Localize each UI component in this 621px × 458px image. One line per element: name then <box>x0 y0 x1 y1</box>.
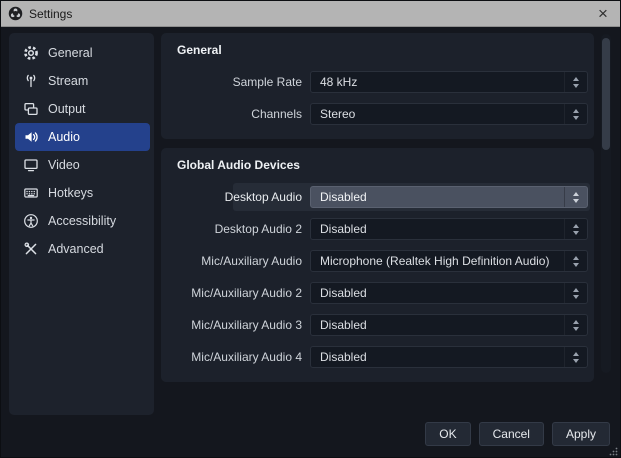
hotkeys-icon <box>23 185 39 201</box>
audio-icon <box>23 129 39 145</box>
spinner-buttons[interactable] <box>564 72 587 92</box>
spinner-buttons[interactable] <box>564 104 587 124</box>
desktop-audio-select[interactable]: Disabled <box>310 186 588 208</box>
cancel-button[interactable]: Cancel <box>478 422 544 446</box>
mic-aux-audio-3-value: Disabled <box>320 318 367 332</box>
gear-icon <box>23 45 39 61</box>
section-global-audio-devices: Global Audio Devices Desktop Audio Disab… <box>161 148 594 382</box>
sidebar-item-label: Advanced <box>48 242 104 256</box>
mic-aux-audio-4-label: Mic/Auxiliary Audio 4 <box>191 350 302 364</box>
row-channels: Channels Stereo <box>177 103 588 125</box>
channels-label: Channels <box>251 107 302 121</box>
chevron-down-icon <box>573 294 579 299</box>
mic-aux-audio-4-select[interactable]: Disabled <box>310 346 588 368</box>
spinner-buttons[interactable] <box>564 315 587 335</box>
section-title: Global Audio Devices <box>177 158 300 172</box>
chevron-down-icon <box>573 262 579 267</box>
settings-content: General Sample Rate 48 kHz Channels Ster… <box>161 33 594 391</box>
sidebar-item-label: Video <box>48 158 80 172</box>
mic-aux-audio-label: Mic/Auxiliary Audio <box>201 254 302 268</box>
row-mic-aux-audio-4: Mic/Auxiliary Audio 4 Disabled <box>177 346 588 368</box>
row-mic-aux-audio-2: Mic/Auxiliary Audio 2 Disabled <box>177 282 588 304</box>
mic-aux-audio-value: Microphone (Realtek High Definition Audi… <box>320 254 550 268</box>
obs-logo-icon <box>8 6 23 21</box>
row-mic-aux-audio-3: Mic/Auxiliary Audio 3 Disabled <box>177 314 588 336</box>
scrollbar-thumb[interactable] <box>602 38 610 150</box>
desktop-audio-2-label: Desktop Audio 2 <box>214 222 302 236</box>
mic-aux-audio-2-select[interactable]: Disabled <box>310 282 588 304</box>
desktop-audio-label: Desktop Audio <box>224 190 302 204</box>
channels-select[interactable]: Stereo <box>310 103 588 125</box>
sidebar-item-label: Stream <box>48 74 89 88</box>
settings-window: Settings × General Stream Output Audio V… <box>0 0 621 458</box>
section-title: General <box>177 43 222 57</box>
chevron-down-icon <box>573 358 579 363</box>
window-title: Settings <box>29 6 73 21</box>
desktop-audio-2-value: Disabled <box>320 222 367 236</box>
chevron-up-icon <box>573 255 579 260</box>
ok-button[interactable]: OK <box>425 422 471 446</box>
dialog-footer: OK Cancel Apply <box>425 422 610 446</box>
row-desktop-audio-2: Desktop Audio 2 Disabled <box>177 218 588 240</box>
chevron-up-icon <box>573 287 579 292</box>
chevron-down-icon <box>573 83 579 88</box>
chevron-up-icon <box>573 223 579 228</box>
channels-value: Stereo <box>320 107 356 121</box>
spinner-buttons[interactable] <box>564 219 587 239</box>
mic-aux-audio-2-value: Disabled <box>320 286 367 300</box>
chevron-up-icon <box>573 319 579 324</box>
sample-rate-label: Sample Rate <box>232 75 302 89</box>
desktop-audio-value: Disabled <box>320 190 367 204</box>
mic-aux-audio-3-select[interactable]: Disabled <box>310 314 588 336</box>
advanced-icon <box>23 241 39 257</box>
sidebar-item-label: Audio <box>48 130 80 144</box>
chevron-down-icon <box>573 115 579 120</box>
sidebar-item-output[interactable]: Output <box>15 95 150 123</box>
resize-grip-icon[interactable] <box>609 447 618 456</box>
sidebar-item-stream[interactable]: Stream <box>15 67 150 95</box>
dialog-body: General Stream Output Audio Video Hotkey… <box>1 28 620 457</box>
stream-icon <box>23 73 39 89</box>
chevron-up-icon <box>573 191 579 196</box>
spinner-buttons[interactable] <box>564 347 587 367</box>
sidebar-item-label: Hotkeys <box>48 186 94 200</box>
mic-aux-audio-select[interactable]: Microphone (Realtek High Definition Audi… <box>310 250 588 272</box>
chevron-up-icon <box>573 108 579 113</box>
chevron-down-icon <box>573 326 579 331</box>
sidebar-item-label: Accessibility <box>48 214 117 228</box>
titlebar[interactable]: Settings × <box>1 1 620 27</box>
sidebar-item-accessibility[interactable]: Accessibility <box>15 207 150 235</box>
spinner-buttons[interactable] <box>564 187 587 207</box>
scrollbar[interactable] <box>601 34 611 373</box>
mic-aux-audio-3-label: Mic/Auxiliary Audio 3 <box>191 318 302 332</box>
sample-rate-value: 48 kHz <box>320 75 358 89</box>
mic-aux-audio-4-value: Disabled <box>320 350 367 364</box>
row-desktop-audio: Desktop Audio Disabled <box>177 183 590 211</box>
sidebar-item-audio[interactable]: Audio <box>15 123 150 151</box>
spinner-buttons[interactable] <box>564 283 587 303</box>
close-button[interactable]: × <box>586 1 620 27</box>
spinner-buttons[interactable] <box>564 251 587 271</box>
video-icon <box>23 157 39 173</box>
row-mic-aux-audio: Mic/Auxiliary Audio Microphone (Realtek … <box>177 250 588 272</box>
row-sample-rate: Sample Rate 48 kHz <box>177 71 588 93</box>
mic-aux-audio-2-label: Mic/Auxiliary Audio 2 <box>191 286 302 300</box>
chevron-up-icon <box>573 76 579 81</box>
apply-button[interactable]: Apply <box>551 422 610 446</box>
sidebar-item-advanced[interactable]: Advanced <box>15 235 150 263</box>
sample-rate-select[interactable]: 48 kHz <box>310 71 588 93</box>
chevron-up-icon <box>573 351 579 356</box>
chevron-down-icon <box>573 198 579 203</box>
accessibility-icon <box>23 213 39 229</box>
sidebar-item-general[interactable]: General <box>15 39 150 67</box>
section-general: General Sample Rate 48 kHz Channels Ster… <box>161 33 594 139</box>
sidebar-item-video[interactable]: Video <box>15 151 150 179</box>
sidebar: General Stream Output Audio Video Hotkey… <box>9 33 154 415</box>
desktop-audio-2-select[interactable]: Disabled <box>310 218 588 240</box>
sidebar-item-label: Output <box>48 102 86 116</box>
sidebar-item-label: General <box>48 46 93 60</box>
chevron-down-icon <box>573 230 579 235</box>
sidebar-item-hotkeys[interactable]: Hotkeys <box>15 179 150 207</box>
output-icon <box>23 101 39 117</box>
